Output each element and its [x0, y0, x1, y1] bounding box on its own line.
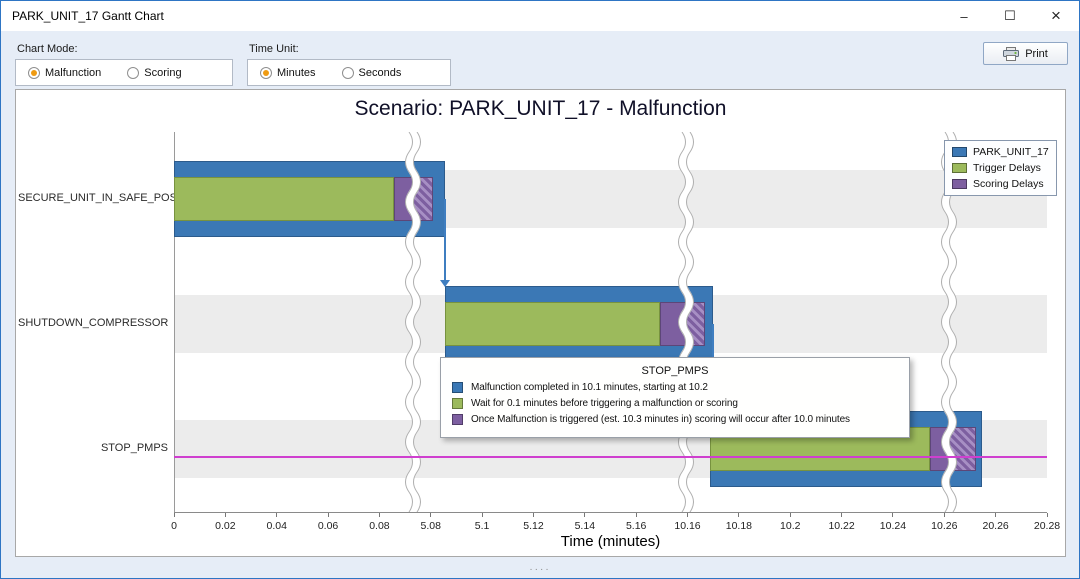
reference-line [174, 456, 1047, 458]
print-button-label: Print [1025, 48, 1048, 60]
axis-tick-label: 10.24 [880, 520, 906, 532]
radio-icon [260, 67, 272, 79]
dependency-arrow-head [440, 280, 450, 287]
window-title: PARK_UNIT_17 Gantt Chart [1, 9, 941, 23]
radio-icon [127, 67, 139, 79]
print-button[interactable]: Print [983, 42, 1068, 65]
tooltip-swatch-icon [452, 398, 463, 409]
row-label: STOP_PMPS [18, 442, 168, 454]
row-label: SECURE_UNIT_IN_SAFE_POS [18, 192, 168, 204]
axis-tick-label: 20.26 [983, 520, 1009, 532]
axis-tick [482, 513, 483, 517]
radio-option-minutes[interactable]: Minutes [260, 67, 316, 79]
axis-tick [944, 513, 945, 517]
radio-label: Malfunction [45, 67, 101, 79]
axis-tick-label: 20.28 [1034, 520, 1060, 532]
chart-legend: PARK_UNIT_17 Trigger Delays Scoring Delays [944, 140, 1057, 196]
legend-label: PARK_UNIT_17 [973, 146, 1049, 158]
time-unit-label: Time Unit: [249, 43, 299, 55]
title-bar: PARK_UNIT_17 Gantt Chart – ☐ × [1, 1, 1079, 31]
axis-tick [225, 513, 226, 517]
axis-tick [687, 513, 688, 517]
axis-tick-label: 10.26 [931, 520, 957, 532]
legend-label: Trigger Delays [973, 162, 1041, 174]
axis-tick-label: 10.2 [780, 520, 800, 532]
radio-label: Minutes [277, 67, 316, 79]
tooltip-swatch-icon [452, 414, 463, 425]
app-window: { "window": { "title": "PARK_UNIT_17 Gan… [0, 0, 1080, 579]
chart-title: Scenario: PARK_UNIT_17 - Malfunction [16, 97, 1065, 121]
axis-tick [174, 513, 175, 517]
gantt-bar-segment[interactable] [445, 302, 660, 346]
radio-label: Seconds [359, 67, 402, 79]
axis-tick [584, 513, 585, 517]
axis-tick-label: 10.16 [674, 520, 700, 532]
printer-icon [1003, 47, 1019, 61]
x-axis-line [174, 512, 1047, 513]
legend-item[interactable]: Scoring Delays [952, 178, 1049, 190]
close-icon[interactable]: × [1033, 1, 1079, 31]
axis-tick-label: 0.08 [369, 520, 389, 532]
axis-tick-label: 5.16 [626, 520, 646, 532]
axis-tick [738, 513, 739, 517]
legend-label: Scoring Delays [973, 178, 1044, 190]
legend-swatch-icon [952, 179, 967, 189]
legend-item[interactable]: Trigger Delays [952, 162, 1049, 174]
tooltip-item: Once Malfunction is triggered (est. 10.3… [452, 414, 898, 425]
axis-tick-label: 0 [171, 520, 177, 532]
axis-tick-label: 10.18 [726, 520, 752, 532]
axis-tick-label: 5.12 [523, 520, 543, 532]
axis-tick-label: 0.06 [318, 520, 338, 532]
resize-grip[interactable]: ···· [1, 564, 1079, 575]
maximize-icon[interactable]: ☐ [987, 1, 1033, 31]
legend-item[interactable]: PARK_UNIT_17 [952, 146, 1049, 158]
gantt-plot: PARK_UNIT_17 Trigger Delays Scoring Delays… [174, 132, 1047, 512]
dependency-arrow [444, 199, 446, 280]
axis-tick [276, 513, 277, 517]
axis-tick [636, 513, 637, 517]
radio-label: Scoring [144, 67, 181, 79]
axis-tick [328, 513, 329, 517]
x-axis-label: Time (minutes) [174, 533, 1047, 550]
tooltip-title: STOP_PMPS [452, 365, 898, 377]
tooltip-item: Wait for 0.1 minutes before triggering a… [452, 398, 898, 409]
tooltip-item: Malfunction completed in 10.1 minutes, s… [452, 382, 898, 393]
axis-tick [841, 513, 842, 517]
axis-tick-label: 5.1 [475, 520, 490, 532]
axis-tick [533, 513, 534, 517]
chart-mode-label: Chart Mode: [17, 43, 78, 55]
axis-tick [379, 513, 380, 517]
radio-option-scoring[interactable]: Scoring [127, 67, 181, 79]
chart-panel: Scenario: PARK_UNIT_17 - Malfunction PAR… [15, 89, 1066, 557]
gantt-tooltip: STOP_PMPS Malfunction completed in 10.1 … [440, 357, 910, 438]
axis-tick-label: 5.08 [421, 520, 441, 532]
axis-break-squiggle [405, 132, 421, 512]
tooltip-text: Wait for 0.1 minutes before triggering a… [471, 398, 738, 409]
tooltip-swatch-icon [452, 382, 463, 393]
chart-mode-group: Malfunction Scoring [15, 59, 233, 86]
radio-icon [342, 67, 354, 79]
tooltip-text: Malfunction completed in 10.1 minutes, s… [471, 382, 708, 393]
axis-tick [1047, 513, 1048, 517]
radio-icon [28, 67, 40, 79]
axis-tick [430, 513, 431, 517]
axis-break-squiggle [678, 132, 694, 512]
row-label: SHUTDOWN_COMPRESSOR [18, 317, 168, 329]
tooltip-text: Once Malfunction is triggered (est. 10.3… [471, 414, 850, 425]
legend-swatch-icon [952, 163, 967, 173]
gantt-bar-segment[interactable] [174, 177, 394, 221]
axis-tick-label: 10.22 [828, 520, 854, 532]
axis-tick-label: 0.04 [266, 520, 286, 532]
axis-tick [790, 513, 791, 517]
axis-tick-label: 0.02 [215, 520, 235, 532]
radio-option-malfunction[interactable]: Malfunction [28, 67, 101, 79]
axis-tick [892, 513, 893, 517]
radio-option-seconds[interactable]: Seconds [342, 67, 402, 79]
axis-tick [995, 513, 996, 517]
axis-tick-label: 5.14 [575, 520, 595, 532]
legend-swatch-icon [952, 147, 967, 157]
minimize-icon[interactable]: – [941, 1, 987, 31]
time-unit-group: Minutes Seconds [247, 59, 451, 86]
